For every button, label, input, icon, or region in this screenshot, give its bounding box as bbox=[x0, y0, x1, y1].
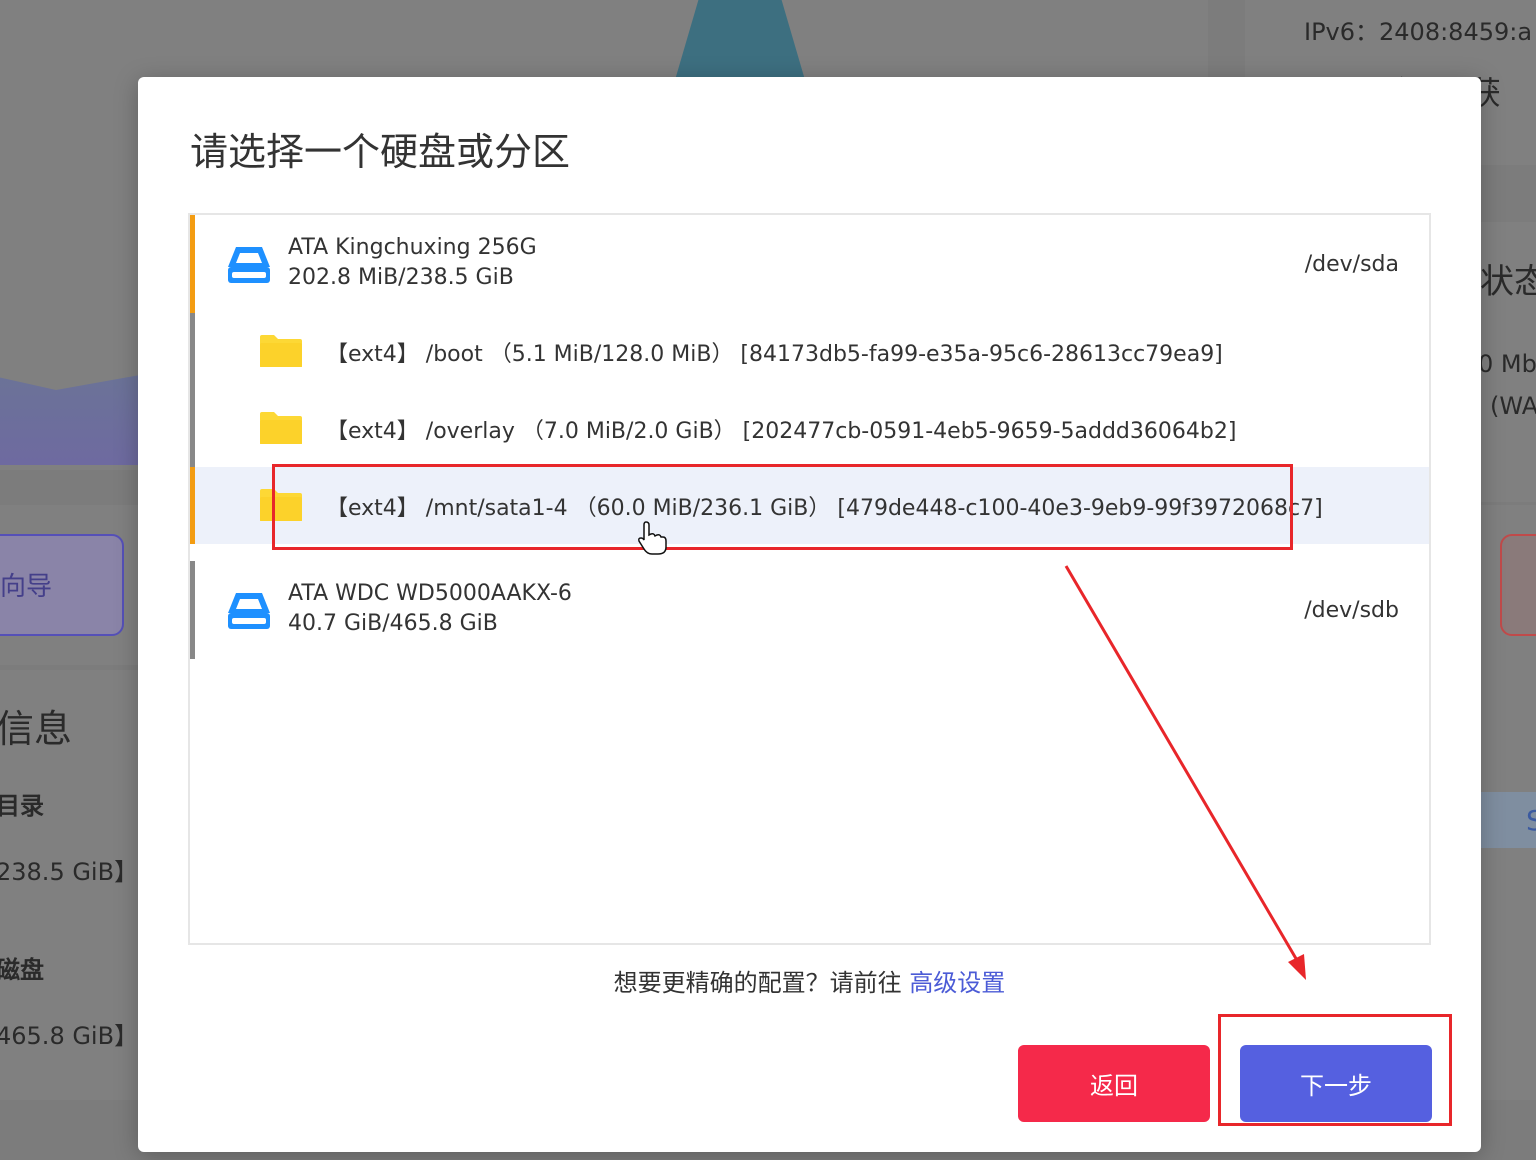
row-accent-bar bbox=[190, 390, 195, 467]
bg-dir-value: 238.5 GiB】 bbox=[0, 858, 139, 886]
bg-disk-value: 465.8 GiB】 bbox=[0, 1022, 139, 1050]
hint-text: 想要更精确的配置？请前往 bbox=[613, 969, 910, 997]
disk-name: ATA WDC WD5000AAKX-6 bbox=[288, 581, 572, 606]
partition-row-overlay[interactable]: 【ext4】 /overlay （7.0 MiB/2.0 GiB） [20247… bbox=[190, 390, 1429, 467]
disk-list: ATA Kingchuxing 256G 202.8 MiB/238.5 GiB… bbox=[188, 213, 1431, 945]
bg-mb-text: 0 Mb bbox=[1478, 350, 1536, 378]
disk-size: 202.8 MiB/238.5 GiB bbox=[288, 265, 514, 290]
row-accent-bar bbox=[190, 215, 195, 313]
disk-icon bbox=[228, 593, 270, 629]
bg-info-heading: 信息 bbox=[0, 707, 73, 751]
row-accent-bar bbox=[190, 561, 195, 659]
partition-row-sata1-4[interactable]: 【ext4】 /mnt/sata1-4 （60.0 MiB/236.1 GiB）… bbox=[190, 467, 1429, 544]
disk-device-path: /dev/sdb bbox=[1304, 598, 1399, 623]
bg-status-text: 状态 bbox=[1480, 262, 1536, 302]
bg-ipv6-text: IPv6：2408:8459:a bbox=[1304, 18, 1533, 46]
folder-icon bbox=[260, 335, 302, 367]
row-accent-bar bbox=[190, 467, 195, 544]
disk-icon bbox=[228, 247, 270, 283]
hand-cursor-icon bbox=[638, 521, 667, 555]
disk-name: ATA Kingchuxing 256G bbox=[288, 235, 537, 260]
next-button[interactable]: 下一步 bbox=[1240, 1045, 1432, 1122]
back-button[interactable]: 返回 bbox=[1018, 1045, 1210, 1122]
row-accent-bar bbox=[190, 313, 195, 390]
select-disk-dialog: 请选择一个硬盘或分区 ATA Kingchuxing 256G 202.8 Mi… bbox=[138, 77, 1481, 1152]
partition-label: 【ext4】 /boot （5.1 MiB/128.0 MiB） [84173d… bbox=[326, 342, 1223, 367]
bg-dir-label: 目录 bbox=[0, 792, 44, 820]
bg-s-text: S bbox=[1526, 804, 1536, 837]
bg-red-button[interactable] bbox=[1500, 534, 1536, 636]
partition-row-boot[interactable]: 【ext4】 /boot （5.1 MiB/128.0 MiB） [84173d… bbox=[190, 313, 1429, 390]
partition-label: 【ext4】 /mnt/sata1-4 （60.0 MiB/236.1 GiB）… bbox=[326, 496, 1323, 521]
disk-size: 40.7 GiB/465.8 GiB bbox=[288, 611, 498, 636]
bg-disk-label: 磁盘 bbox=[0, 956, 44, 984]
dialog-title: 请选择一个硬盘或分区 bbox=[190, 130, 571, 174]
partition-label: 【ext4】 /overlay （7.0 MiB/2.0 GiB） [20247… bbox=[326, 419, 1237, 444]
disk-row-sda[interactable]: ATA Kingchuxing 256G 202.8 MiB/238.5 GiB… bbox=[190, 215, 1429, 313]
disk-device-path: /dev/sda bbox=[1304, 252, 1399, 277]
folder-icon bbox=[260, 489, 302, 521]
bg-wizard-label: 向导 bbox=[0, 572, 53, 602]
advanced-settings-hint: 想要更精确的配置？请前往 高级设置 bbox=[138, 963, 1481, 998]
advanced-settings-link[interactable]: 高级设置 bbox=[909, 969, 1005, 997]
disk-row-sdb[interactable]: ATA WDC WD5000AAKX-6 40.7 GiB/465.8 GiB … bbox=[190, 561, 1429, 659]
bg-wan-text: (WA bbox=[1490, 392, 1536, 420]
folder-icon bbox=[260, 412, 302, 444]
